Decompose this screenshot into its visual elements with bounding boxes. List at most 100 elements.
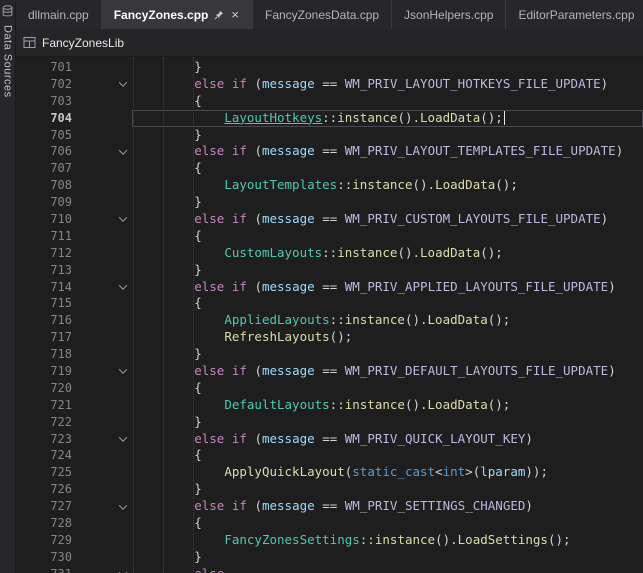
- glyph-margin[interactable]: [80, 329, 114, 346]
- fold-chevron-icon[interactable]: [114, 76, 132, 93]
- glyph-margin[interactable]: [80, 566, 114, 573]
- code-line[interactable]: 705 }: [16, 127, 643, 144]
- glyph-margin[interactable]: [80, 262, 114, 279]
- line-number[interactable]: 729: [16, 532, 80, 549]
- line-number[interactable]: 707: [16, 160, 80, 177]
- line-number[interactable]: 703: [16, 93, 80, 110]
- code-line[interactable]: 725 ApplyQuickLayout(static_cast<int>(lp…: [16, 464, 643, 481]
- fold-chevron-icon[interactable]: [114, 211, 132, 228]
- code-editor[interactable]: 701 }702 else if (message == WM_PRIV_LAY…: [16, 57, 643, 573]
- line-number[interactable]: 711: [16, 228, 80, 245]
- code-line[interactable]: 719 else if (message == WM_PRIV_DEFAULT_…: [16, 363, 643, 380]
- glyph-margin[interactable]: [80, 211, 114, 228]
- line-number[interactable]: 708: [16, 177, 80, 194]
- code-text[interactable]: LayoutHotkeys::instance().LoadData();: [132, 110, 643, 127]
- code-text[interactable]: {: [132, 515, 643, 532]
- line-number[interactable]: 714: [16, 279, 80, 296]
- code-line[interactable]: 730 }: [16, 549, 643, 566]
- tab-EditorParameters.cpp[interactable]: EditorParameters.cpp: [506, 0, 643, 29]
- line-number[interactable]: 716: [16, 312, 80, 329]
- glyph-margin[interactable]: [80, 279, 114, 296]
- code-text[interactable]: FancyZonesSettings::instance().LoadSetti…: [132, 532, 643, 549]
- line-number[interactable]: 731: [16, 566, 80, 573]
- glyph-margin[interactable]: [80, 414, 114, 431]
- code-line[interactable]: 728 {: [16, 515, 643, 532]
- code-line[interactable]: 714 else if (message == WM_PRIV_APPLIED_…: [16, 279, 643, 296]
- code-text[interactable]: else if (message == WM_PRIV_SETTINGS_CHA…: [132, 498, 643, 515]
- code-text[interactable]: {: [132, 447, 643, 464]
- glyph-margin[interactable]: [80, 363, 114, 380]
- glyph-margin[interactable]: [80, 532, 114, 549]
- code-line[interactable]: 701 }: [16, 59, 643, 76]
- breadcrumb-project[interactable]: FancyZonesLib: [42, 36, 124, 50]
- line-number[interactable]: 706: [16, 143, 80, 160]
- line-number[interactable]: 722: [16, 414, 80, 431]
- code-line[interactable]: 706 else if (message == WM_PRIV_LAYOUT_T…: [16, 143, 643, 160]
- glyph-margin[interactable]: [80, 110, 114, 127]
- code-text[interactable]: DefaultLayouts::instance().LoadData();: [132, 397, 643, 414]
- code-line[interactable]: 721 DefaultLayouts::instance().LoadData(…: [16, 397, 643, 414]
- code-text[interactable]: AppliedLayouts::instance().LoadData();: [132, 312, 643, 329]
- tab-FancyZones.cpp[interactable]: FancyZones.cpp×: [102, 0, 253, 29]
- fold-chevron-icon[interactable]: [114, 279, 132, 296]
- line-number[interactable]: 723: [16, 431, 80, 448]
- line-number[interactable]: 721: [16, 397, 80, 414]
- code-text[interactable]: else: [132, 566, 643, 573]
- glyph-margin[interactable]: [80, 177, 114, 194]
- code-text[interactable]: {: [132, 295, 643, 312]
- code-line[interactable]: 703 {: [16, 93, 643, 110]
- code-line[interactable]: 724 {: [16, 447, 643, 464]
- tab-JsonHelpers.cpp[interactable]: JsonHelpers.cpp: [392, 0, 506, 29]
- fold-chevron-icon[interactable]: [114, 363, 132, 380]
- code-text[interactable]: {: [132, 93, 643, 110]
- glyph-margin[interactable]: [80, 549, 114, 566]
- glyph-margin[interactable]: [80, 59, 114, 76]
- code-text[interactable]: {: [132, 380, 643, 397]
- line-number[interactable]: 719: [16, 363, 80, 380]
- code-text[interactable]: }: [132, 127, 643, 144]
- line-number[interactable]: 728: [16, 515, 80, 532]
- pin-icon[interactable]: [214, 10, 224, 20]
- code-line[interactable]: 710 else if (message == WM_PRIV_CUSTOM_L…: [16, 211, 643, 228]
- code-line[interactable]: 712 CustomLayouts::instance().LoadData()…: [16, 245, 643, 262]
- glyph-margin[interactable]: [80, 143, 114, 160]
- line-number[interactable]: 710: [16, 211, 80, 228]
- code-line[interactable]: 720 {: [16, 380, 643, 397]
- code-line[interactable]: 702 else if (message == WM_PRIV_LAYOUT_H…: [16, 76, 643, 93]
- code-text[interactable]: else if (message == WM_PRIV_APPLIED_LAYO…: [132, 279, 643, 296]
- code-line[interactable]: 718 }: [16, 346, 643, 363]
- code-line[interactable]: 722 }: [16, 414, 643, 431]
- glyph-margin[interactable]: [80, 160, 114, 177]
- code-line[interactable]: 716 AppliedLayouts::instance().LoadData(…: [16, 312, 643, 329]
- code-line[interactable]: 711 {: [16, 228, 643, 245]
- fold-chevron-icon[interactable]: [114, 566, 132, 573]
- glyph-margin[interactable]: [80, 397, 114, 414]
- line-number[interactable]: 701: [16, 59, 80, 76]
- code-text[interactable]: }: [132, 346, 643, 363]
- code-text[interactable]: else if (message == WM_PRIV_DEFAULT_LAYO…: [132, 363, 643, 380]
- line-number[interactable]: 720: [16, 380, 80, 397]
- line-number[interactable]: 705: [16, 127, 80, 144]
- line-number[interactable]: 712: [16, 245, 80, 262]
- code-text[interactable]: CustomLayouts::instance().LoadData();: [132, 245, 643, 262]
- code-text[interactable]: ApplyQuickLayout(static_cast<int>(lparam…: [132, 464, 643, 481]
- code-text[interactable]: RefreshLayouts();: [132, 329, 643, 346]
- glyph-margin[interactable]: [80, 228, 114, 245]
- code-text[interactable]: else if (message == WM_PRIV_LAYOUT_HOTKE…: [132, 76, 643, 93]
- fold-chevron-icon[interactable]: [114, 498, 132, 515]
- code-line[interactable]: 713 }: [16, 262, 643, 279]
- line-number[interactable]: 717: [16, 329, 80, 346]
- glyph-margin[interactable]: [80, 515, 114, 532]
- code-text[interactable]: }: [132, 481, 643, 498]
- line-number[interactable]: 726: [16, 481, 80, 498]
- code-text[interactable]: {: [132, 160, 643, 177]
- code-line[interactable]: 723 else if (message == WM_PRIV_QUICK_LA…: [16, 431, 643, 448]
- line-number[interactable]: 718: [16, 346, 80, 363]
- code-line[interactable]: 709 }: [16, 194, 643, 211]
- tab-FancyZonesData.cpp[interactable]: FancyZonesData.cpp: [253, 0, 392, 29]
- close-icon[interactable]: ×: [230, 8, 240, 21]
- code-text[interactable]: LayoutTemplates::instance().LoadData();: [132, 177, 643, 194]
- code-text[interactable]: else if (message == WM_PRIV_CUSTOM_LAYOU…: [132, 211, 643, 228]
- line-number[interactable]: 724: [16, 447, 80, 464]
- fold-chevron-icon[interactable]: [114, 431, 132, 448]
